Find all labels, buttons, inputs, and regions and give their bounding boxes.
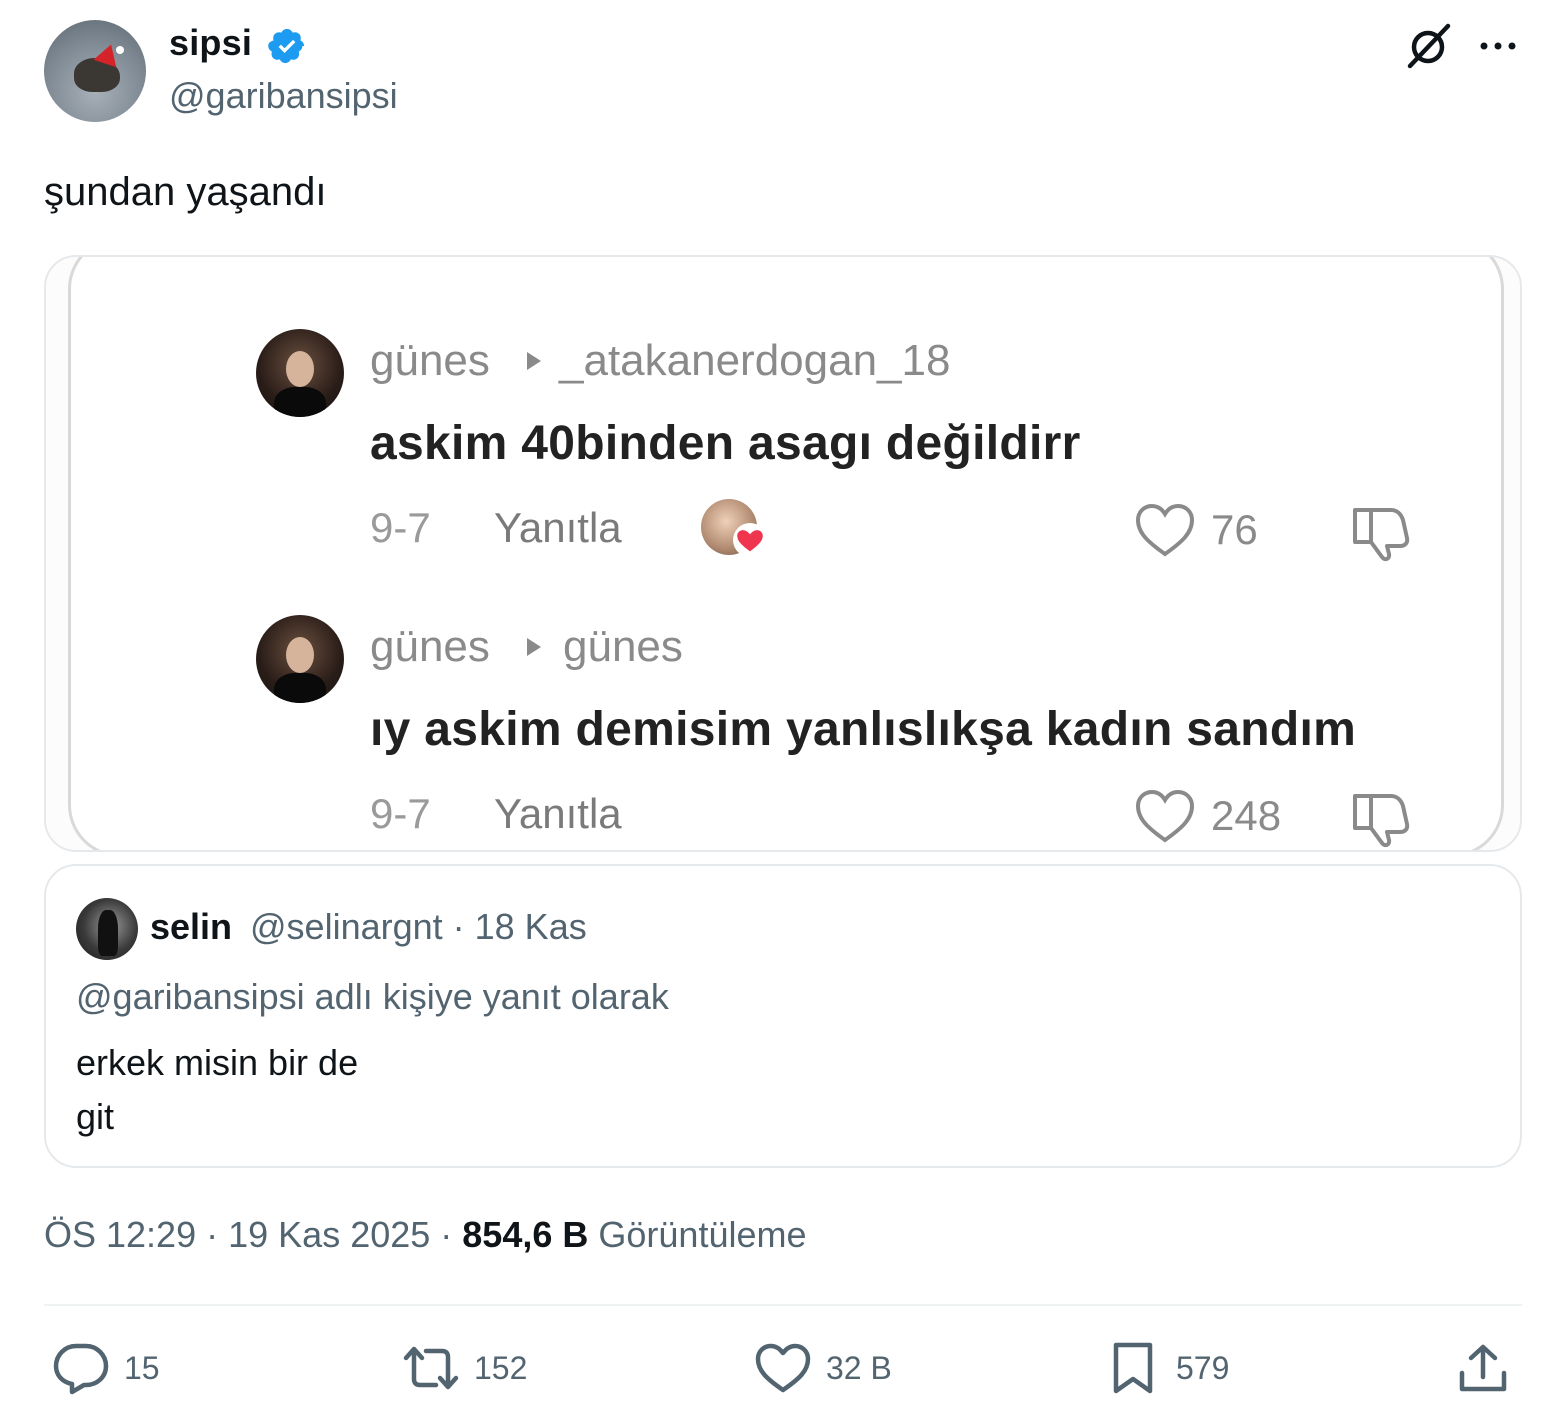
comment-date: 9-7 bbox=[370, 790, 431, 837]
comment-text: ıy askim demisim yanlıslıkşa kadın sandı… bbox=[370, 703, 1357, 756]
reply-arrow-icon bbox=[527, 352, 541, 370]
tweet-text: şundan yaşandı bbox=[44, 170, 327, 214]
tweet-media[interactable]: günes _atakanerdogan_18 askim 40binden a… bbox=[44, 255, 1522, 852]
divider bbox=[44, 1304, 1522, 1306]
author-avatar[interactable] bbox=[44, 20, 146, 122]
like-count: 32 B bbox=[826, 1349, 892, 1386]
repost-icon bbox=[403, 1346, 459, 1390]
screenshot-frame: günes _atakanerdogan_18 askim 40binden a… bbox=[68, 257, 1504, 850]
like-button[interactable]: 32 B bbox=[754, 1340, 892, 1396]
reply-button[interactable]: 15 bbox=[52, 1340, 160, 1396]
comment-reply-label: Yanıtla bbox=[494, 504, 622, 551]
comment-user: günes bbox=[370, 622, 490, 671]
author-handle[interactable]: @garibansipsi bbox=[169, 75, 398, 117]
comment-user: günes bbox=[370, 336, 490, 385]
bookmark-count: 579 bbox=[1176, 1349, 1230, 1386]
views-count: 854,6 B bbox=[462, 1214, 589, 1255]
quoted-handle-date: @selinargnt · 18 Kas bbox=[250, 906, 587, 947]
more-icon[interactable] bbox=[1476, 24, 1520, 68]
quoted-avatar bbox=[76, 898, 138, 960]
comment-avatar bbox=[256, 615, 344, 703]
heart-badge-icon bbox=[733, 523, 767, 557]
comment-reply-to: _atakanerdogan_18 bbox=[559, 336, 951, 385]
dislike-icon bbox=[1353, 794, 1410, 848]
comment-reply-label: Yanıtla bbox=[494, 790, 622, 837]
quoted-text-line: git bbox=[76, 1096, 115, 1137]
heart-icon bbox=[755, 1343, 811, 1393]
comment-like-count: 248 bbox=[1211, 792, 1282, 839]
author-display-name[interactable]: sipsi bbox=[169, 22, 252, 64]
verified-badge-icon bbox=[268, 28, 305, 64]
quoted-date: 18 Kas bbox=[474, 906, 587, 947]
heart-outline-icon bbox=[1135, 789, 1195, 843]
repost-button[interactable]: 152 bbox=[402, 1340, 527, 1396]
comment-reply-to: günes bbox=[563, 622, 683, 671]
reply-icon bbox=[53, 1343, 109, 1395]
share-icon bbox=[1459, 1344, 1507, 1392]
repost-count: 152 bbox=[474, 1349, 528, 1386]
tweet-date[interactable]: 19 Kas 2025 bbox=[228, 1214, 430, 1255]
quoted-replying-to: @garibansipsi adlı kişiye yanıt olarak bbox=[76, 976, 669, 1017]
comment-date: 9-7 bbox=[370, 504, 431, 551]
quoted-display-name: selin bbox=[150, 906, 233, 947]
views-label: Görüntüleme bbox=[598, 1214, 807, 1255]
bookmark-icon bbox=[1113, 1342, 1153, 1394]
quoted-text: erkek misin bir de git bbox=[76, 1036, 358, 1144]
quoted-handle: @selinargnt bbox=[250, 906, 443, 947]
heart-outline-icon bbox=[1135, 503, 1195, 557]
grok-icon[interactable] bbox=[1404, 22, 1454, 70]
quoted-tweet[interactable]: selin @selinargnt · 18 Kas @garibansipsi… bbox=[44, 864, 1522, 1168]
share-button[interactable] bbox=[1454, 1340, 1512, 1396]
comment-like-count: 76 bbox=[1211, 506, 1258, 553]
tweet-timestamp: ÖS 12:29 · 19 Kas 2025 · 854,6 B Görüntü… bbox=[44, 1214, 807, 1255]
comment-avatar bbox=[256, 329, 344, 417]
comment-text: askim 40binden asagı değildirr bbox=[370, 417, 1081, 470]
reply-arrow-icon bbox=[527, 638, 541, 656]
reply-count: 15 bbox=[124, 1349, 160, 1386]
bookmark-button[interactable]: 579 bbox=[1104, 1340, 1229, 1396]
tweet-time[interactable]: ÖS 12:29 bbox=[44, 1214, 196, 1255]
quoted-text-line: erkek misin bir de bbox=[76, 1042, 359, 1083]
dislike-icon bbox=[1353, 508, 1410, 562]
